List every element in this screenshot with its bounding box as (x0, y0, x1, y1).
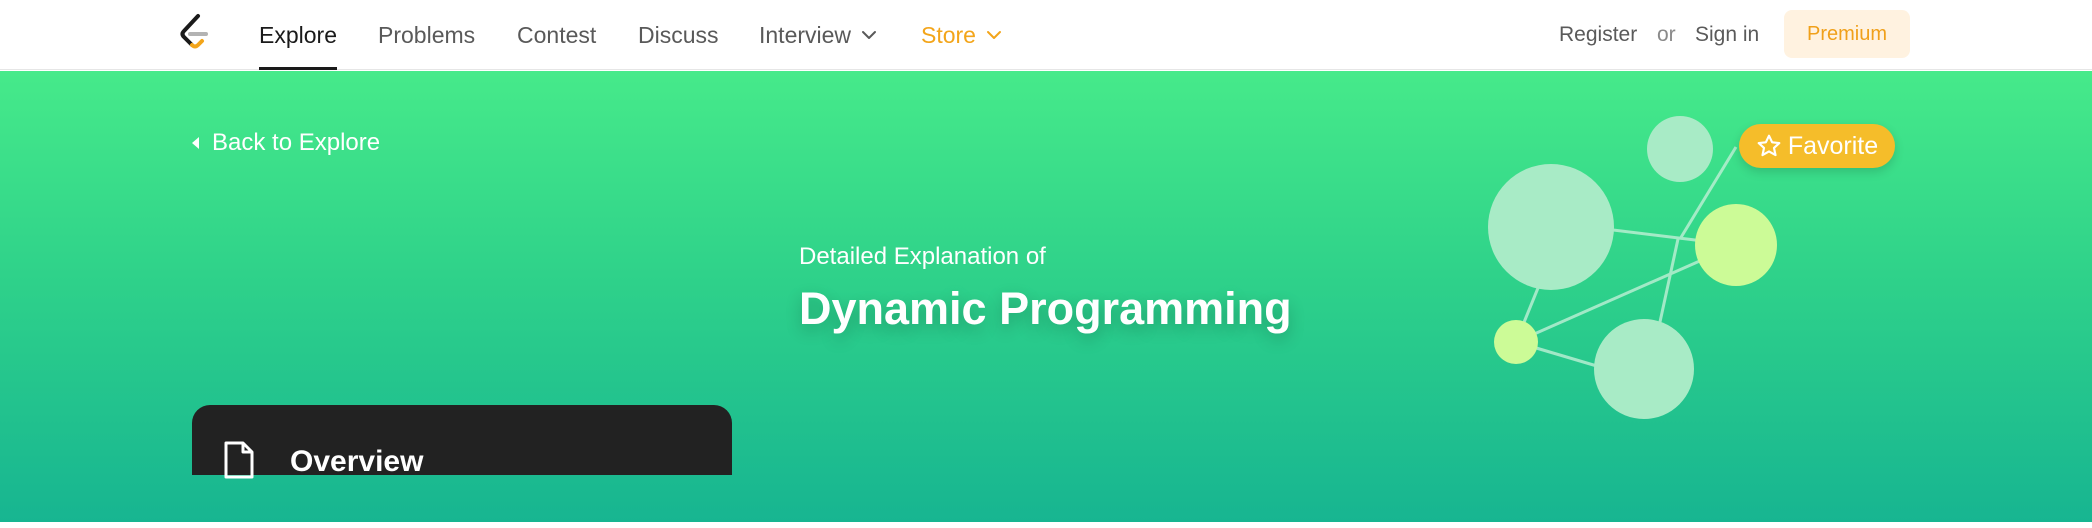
nav-explore-label: Explore (259, 21, 337, 48)
nav-discuss[interactable]: Discuss (638, 0, 719, 70)
overview-section-card[interactable]: Overview (192, 405, 732, 479)
favorite-label: Favorite (1787, 131, 1879, 160)
nav-problems-label: Problems (378, 21, 476, 48)
overview-label: Overview (290, 445, 424, 478)
graph-node (1488, 164, 1614, 290)
sign-in-label: Sign in (1695, 23, 1760, 46)
star-icon (1757, 134, 1781, 157)
register-link[interactable]: Register (1559, 0, 1637, 70)
leetcode-logo-icon[interactable] (178, 13, 214, 53)
nav-store-label: Store (921, 21, 976, 48)
nav-contest-label: Contest (517, 21, 597, 48)
nav-interview[interactable]: Interview (759, 0, 877, 70)
nav-problems[interactable]: Problems (378, 0, 475, 70)
register-label: Register (1559, 23, 1638, 46)
content-area-top (0, 522, 2092, 528)
card-title: Dynamic Programming (799, 283, 1292, 334)
nav-store[interactable]: Store (921, 0, 1002, 70)
favorite-button[interactable]: Favorite (1739, 124, 1895, 168)
top-navbar: Explore Problems Contest Discuss Intervi… (0, 0, 2092, 70)
premium-label: Premium (1806, 22, 1887, 45)
nav-discuss-label: Discuss (638, 21, 719, 48)
sign-in-link[interactable]: Sign in (1695, 0, 1759, 70)
graph-node (1647, 116, 1713, 182)
or-text: or (1657, 0, 1676, 70)
chevron-down-icon (862, 31, 877, 39)
caret-left-icon (192, 137, 199, 149)
back-to-explore-label: Back to Explore (212, 129, 381, 156)
nav-explore[interactable]: Explore (259, 0, 337, 70)
premium-button[interactable]: Premium (1784, 10, 1910, 58)
graph-node (1695, 204, 1777, 286)
graph-node (1594, 319, 1694, 419)
document-icon (224, 441, 254, 479)
card-subtitle: Detailed Explanation of (799, 243, 1046, 270)
back-to-explore-link[interactable]: Back to Explore (190, 129, 380, 157)
nav-contest[interactable]: Contest (517, 0, 596, 70)
graph-node (1494, 320, 1538, 364)
or-label: or (1657, 23, 1676, 46)
chevron-down-icon (986, 31, 1001, 39)
nav-interview-label: Interview (759, 21, 852, 48)
